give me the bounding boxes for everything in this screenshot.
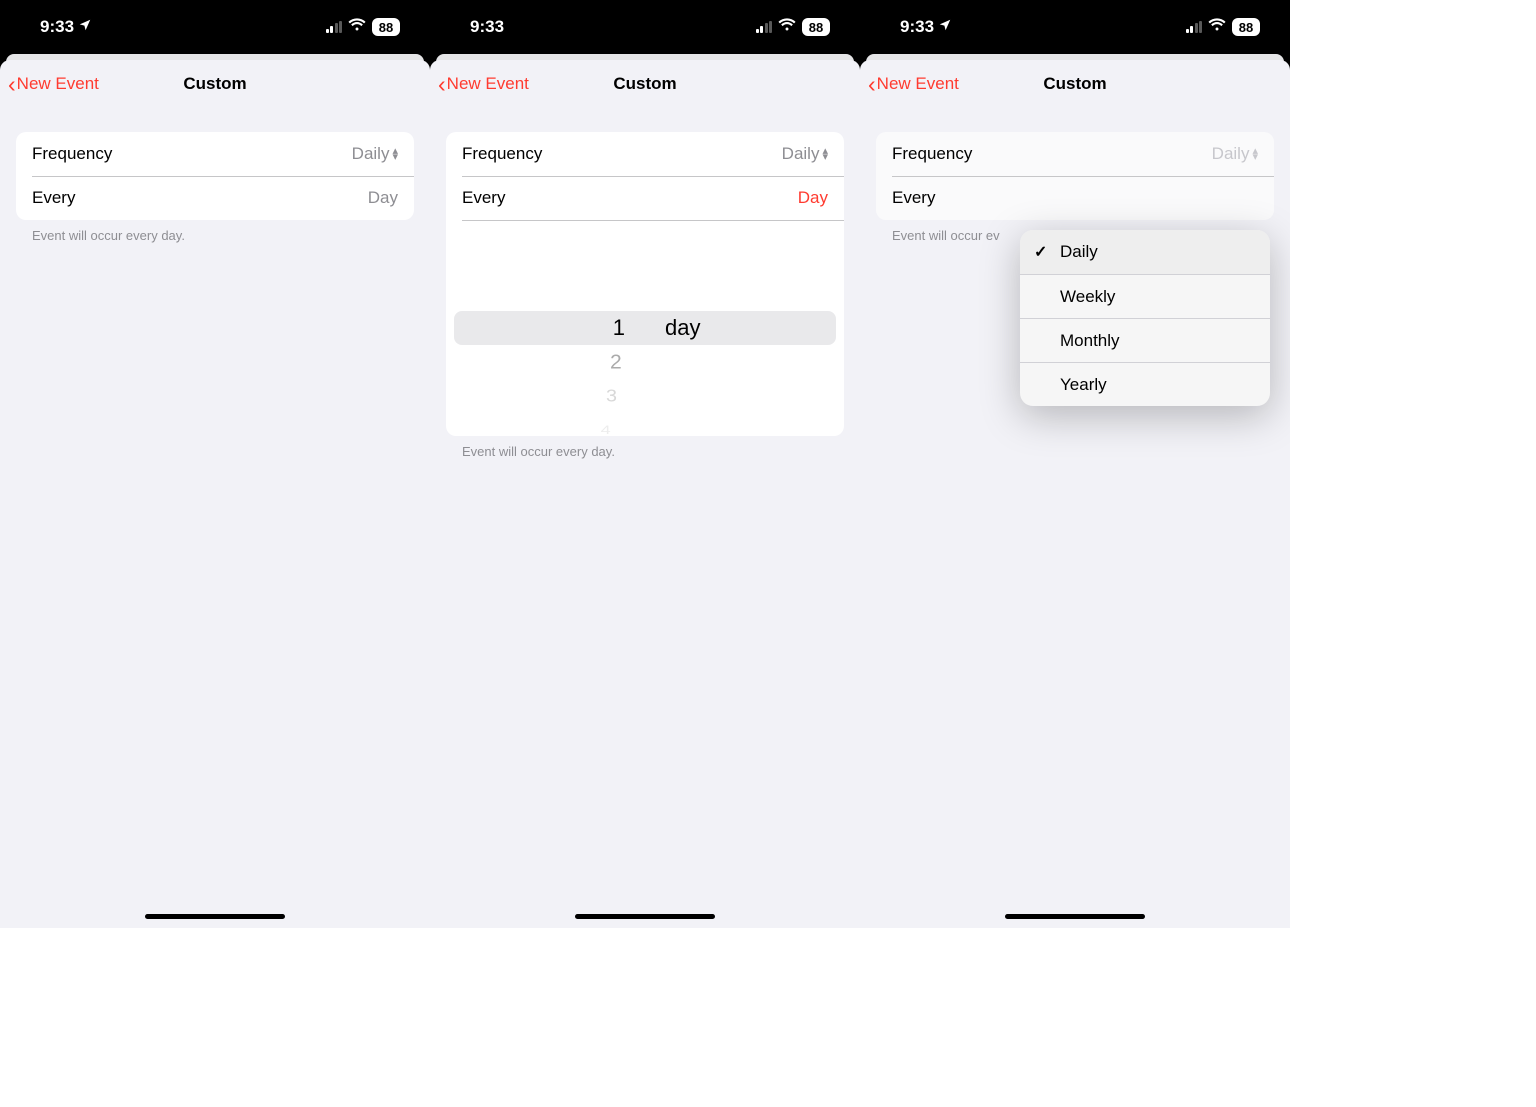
every-label: Every xyxy=(32,188,75,208)
modal-sheet: ‹ New Event Custom Frequency Daily ▴▾ Ev… xyxy=(430,60,860,928)
checkmark-icon: ✓ xyxy=(1034,242,1047,262)
home-indicator[interactable] xyxy=(145,914,285,919)
battery-icon: 88 xyxy=(802,18,830,36)
every-value: Day xyxy=(368,188,398,208)
phone-screenshot-3: 9:33 88 ‹ New Event Custom Frequency xyxy=(860,0,1290,928)
settings-group: Frequency Daily ▴▾ Every Day xyxy=(16,132,414,220)
status-time: 9:33 xyxy=(900,17,934,37)
wifi-icon xyxy=(1208,17,1226,37)
updown-chevron-icon: ▴▾ xyxy=(392,148,398,160)
picker-unit-selected[interactable]: day xyxy=(645,311,844,345)
battery-icon: 88 xyxy=(1232,18,1260,36)
phone-screenshot-1: 9:33 88 ‹ New Event Custom Frequency xyxy=(0,0,430,928)
cellular-icon xyxy=(326,21,343,33)
phone-screenshot-2: 9:33 88 ‹ New Event Custom Frequency Dai xyxy=(430,0,860,928)
status-bar: 9:33 88 xyxy=(430,0,860,54)
home-indicator[interactable] xyxy=(1005,914,1145,919)
navigation-bar: ‹ New Event Custom xyxy=(0,60,430,108)
chevron-left-icon: ‹ xyxy=(868,73,876,96)
frequency-label: Frequency xyxy=(32,144,112,164)
picker-unit-column[interactable]: day xyxy=(645,220,844,436)
chevron-left-icon: ‹ xyxy=(438,73,446,96)
menu-label: Yearly xyxy=(1060,375,1107,395)
settings-group: Frequency Daily ▴▾ Every Day 1 xyxy=(446,132,844,436)
every-label: Every xyxy=(892,188,935,208)
navigation-bar: ‹ New Event Custom xyxy=(430,60,860,108)
back-button[interactable]: ‹ New Event xyxy=(438,73,529,96)
menu-option-daily[interactable]: ✓ Daily xyxy=(1020,230,1270,274)
frequency-menu: ✓ Daily Weekly Monthly Yearly xyxy=(1020,230,1270,406)
back-label: New Event xyxy=(17,74,99,94)
every-row[interactable]: Every Day xyxy=(16,176,414,220)
frequency-row[interactable]: Frequency Daily ▴▾ xyxy=(446,132,844,176)
picker-number-selected[interactable]: 1 xyxy=(446,311,645,345)
cellular-icon xyxy=(756,21,773,33)
back-label: New Event xyxy=(447,74,529,94)
cellular-icon xyxy=(1186,21,1203,33)
updown-chevron-icon: ▴▾ xyxy=(822,148,828,160)
picker-number-option[interactable]: 4 xyxy=(464,421,627,436)
frequency-label: Frequency xyxy=(462,144,542,164)
menu-label: Weekly xyxy=(1060,287,1115,307)
menu-option-yearly[interactable]: Yearly xyxy=(1020,362,1270,406)
frequency-label: Frequency xyxy=(892,144,972,164)
back-button[interactable]: ‹ New Event xyxy=(8,73,99,96)
menu-label: Monthly xyxy=(1060,331,1120,351)
every-value: Day xyxy=(798,188,828,208)
menu-option-monthly[interactable]: Monthly xyxy=(1020,318,1270,362)
menu-label: Daily xyxy=(1060,242,1098,262)
status-time: 9:33 xyxy=(40,17,74,37)
frequency-value: Daily xyxy=(1212,144,1250,164)
picker-number-option[interactable]: 2 xyxy=(450,346,641,377)
status-bar: 9:33 88 xyxy=(860,0,1290,54)
chevron-left-icon: ‹ xyxy=(8,73,16,96)
picker-number-option[interactable]: 3 xyxy=(456,383,635,410)
every-row[interactable]: Every Day xyxy=(446,176,844,220)
every-row[interactable]: Every xyxy=(876,176,1274,220)
back-label: New Event xyxy=(877,74,959,94)
wifi-icon xyxy=(778,17,796,37)
status-time: 9:33 xyxy=(470,17,504,37)
menu-option-weekly[interactable]: Weekly xyxy=(1020,274,1270,318)
settings-group: Frequency Daily ▴▾ Every xyxy=(876,132,1274,220)
navigation-bar: ‹ New Event Custom xyxy=(860,60,1290,108)
back-button[interactable]: ‹ New Event xyxy=(868,73,959,96)
location-icon xyxy=(938,17,952,37)
status-bar: 9:33 88 xyxy=(0,0,430,54)
modal-sheet: ‹ New Event Custom Frequency Daily ▴▾ Ev… xyxy=(0,60,430,928)
location-icon xyxy=(78,17,92,37)
frequency-row[interactable]: Frequency Daily ▴▾ xyxy=(16,132,414,176)
interval-picker[interactable]: 1 2 3 4 day xyxy=(446,220,844,436)
footer-text: Event will occur every day. xyxy=(16,220,414,243)
battery-icon: 88 xyxy=(372,18,400,36)
updown-chevron-icon: ▴▾ xyxy=(1252,148,1258,160)
wifi-icon xyxy=(348,17,366,37)
picker-number-column[interactable]: 1 2 3 4 xyxy=(446,220,645,436)
home-indicator[interactable] xyxy=(575,914,715,919)
every-label: Every xyxy=(462,188,505,208)
frequency-value: Daily xyxy=(782,144,820,164)
footer-text: Event will occur every day. xyxy=(430,436,860,459)
frequency-value: Daily xyxy=(352,144,390,164)
modal-sheet: ‹ New Event Custom Frequency Daily ▴▾ Ev… xyxy=(860,60,1290,928)
frequency-row[interactable]: Frequency Daily ▴▾ xyxy=(876,132,1274,176)
